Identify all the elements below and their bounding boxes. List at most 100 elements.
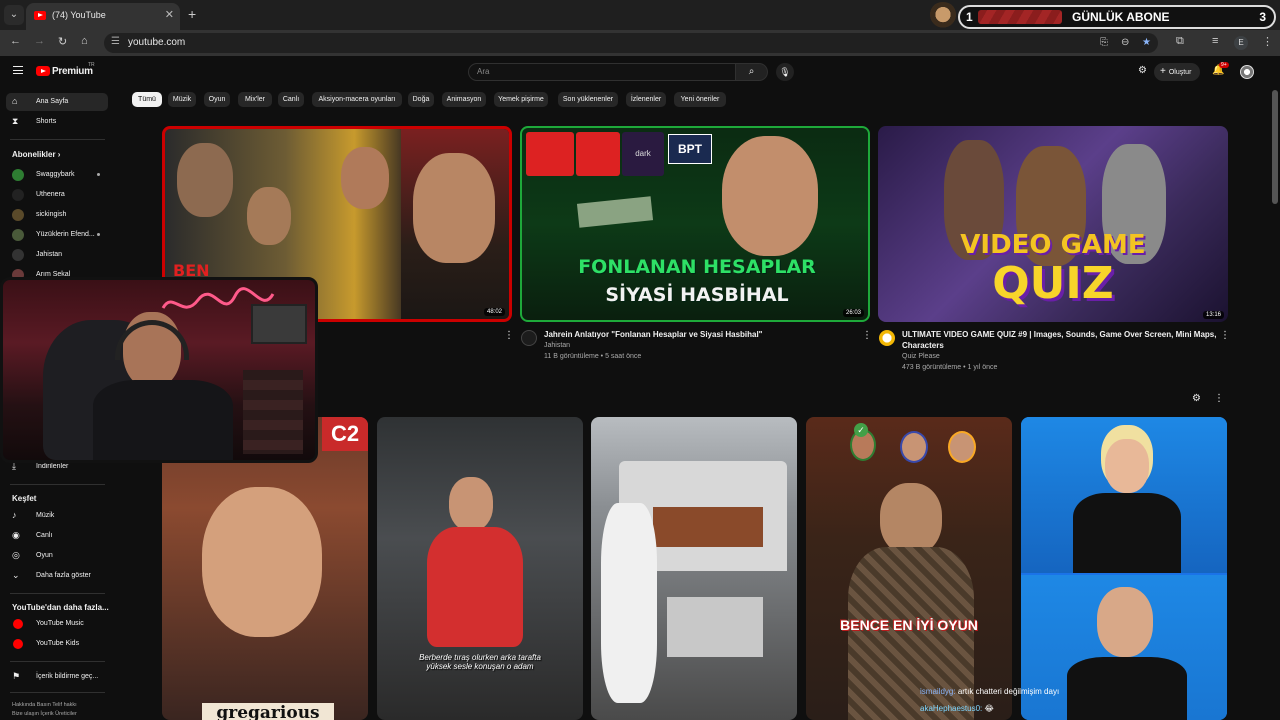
sidebar-channel[interactable]: Jahistan: [6, 246, 108, 264]
zoom-icon[interactable]: ⊖: [1121, 37, 1129, 48]
sidebar-channel[interactable]: Yüzüklerin Efend...: [6, 226, 108, 244]
sidebar-channel[interactable]: Uthenera: [6, 186, 108, 204]
youtube-premium-brand[interactable]: Premium: [52, 66, 93, 77]
sidebar-item-show-more[interactable]: ⌄ Daha fazla göster: [6, 567, 108, 585]
subscriptions-heading[interactable]: Abonelikler ›: [12, 150, 60, 159]
video-menu-icon[interactable]: ⋮: [1220, 330, 1230, 341]
short-face: [1105, 439, 1149, 493]
chip-animation[interactable]: Animasyon: [442, 92, 486, 107]
channel-avatar[interactable]: [879, 330, 895, 346]
short-face: [880, 483, 942, 555]
video-thumbnail[interactable]: VIDEO GAME QUIZ 13:16: [878, 126, 1228, 322]
page-scrollbar[interactable]: [1272, 90, 1278, 204]
short-caption: BENCE EN İYİ OYUN: [840, 617, 978, 633]
chevron-down-icon: ⌄: [12, 570, 20, 580]
footer-links[interactable]: Bize ulaşın İçerik Üreticiler: [12, 711, 77, 717]
footer-links[interactable]: Hakkında Basın Telif hakkı: [12, 702, 77, 708]
channel-avatar[interactable]: [521, 330, 537, 346]
reload-icon[interactable]: ↻: [58, 35, 67, 48]
checkmark-icon: ✓: [854, 423, 868, 437]
search-input[interactable]: Ara: [468, 63, 736, 81]
daily-subscriber-widget: 1 GÜNLÜK ABONE 3: [958, 5, 1276, 29]
chat-message: akaHephaestus0: 😂: [920, 704, 994, 713]
sidebar-item-label: Canlı: [36, 532, 53, 539]
bookmark-star-icon[interactable]: ★: [1142, 37, 1151, 48]
close-tab-icon[interactable]: ✕: [165, 8, 174, 21]
chip-mixes[interactable]: Mix'ler: [238, 92, 272, 107]
youtube-header: Premium TR Ara ⌕ 🎙 ⚙ + Oluştur 🔔 9+: [0, 56, 1280, 88]
thumbnail-face: [341, 147, 389, 209]
channel-avatar: [12, 229, 24, 241]
chip-music[interactable]: Müzik: [168, 92, 196, 107]
sidebar-channel[interactable]: Swaggybark: [6, 166, 108, 184]
site-settings-icon[interactable]: ☰: [111, 36, 120, 47]
tab-dropdown-icon[interactable]: ⌄: [4, 5, 24, 25]
reading-list-icon[interactable]: ≡: [1212, 35, 1218, 47]
chip-all[interactable]: Tümü: [132, 92, 162, 107]
sidebar-item-live[interactable]: ◉ Canlı: [6, 527, 108, 545]
video-duration: 26:03: [842, 309, 864, 317]
chip-games[interactable]: Oyun: [204, 92, 230, 107]
channel-name[interactable]: Jahistan: [544, 342, 570, 349]
chat-text: 😂: [984, 704, 994, 713]
sidebar-item-youtube-kids[interactable]: YouTube Kids: [6, 635, 108, 653]
chip-new-to-you[interactable]: Yeni öneriler: [674, 92, 726, 107]
short-thumbnail[interactable]: Berberde tıraş olurken arka tarafta yüks…: [377, 417, 583, 720]
short-face: [202, 487, 322, 637]
upload-gear-icon[interactable]: ⚙: [1138, 65, 1147, 76]
microphone-icon[interactable]: 🎙: [776, 63, 794, 81]
sidebar-item-home[interactable]: ⌂ Ana Sayfa: [6, 93, 108, 111]
hamburger-menu-icon[interactable]: [13, 66, 23, 74]
shorts-menu-icon[interactable]: ⋮: [1214, 393, 1224, 404]
bell-icon-tile: [576, 132, 620, 176]
back-icon[interactable]: ←: [10, 35, 21, 47]
short-thumbnail[interactable]: ✓ BENCE EN İYİ OYUN: [806, 417, 1012, 720]
forward-icon[interactable]: →: [34, 35, 45, 47]
channel-name: Swaggybark: [36, 171, 75, 178]
region-code: TR: [88, 62, 95, 68]
chip-watched[interactable]: İzlenenler: [626, 92, 666, 107]
chip-live[interactable]: Canlı: [278, 92, 304, 107]
new-tab-icon[interactable]: +: [188, 6, 196, 22]
profile-avatar[interactable]: E: [1234, 36, 1248, 50]
account-avatar[interactable]: [1240, 65, 1254, 79]
chip-recently-uploaded[interactable]: Son yüklenenler: [558, 92, 618, 107]
sidebar-divider: [10, 593, 105, 594]
channel-name[interactable]: Quiz Please: [902, 353, 940, 360]
video-menu-icon[interactable]: ⋮: [504, 330, 514, 341]
browser-tab[interactable]: (74) YouTube ✕: [26, 3, 180, 30]
video-stats: 11 B görüntüleme • 5 saat önce: [544, 353, 642, 360]
sidebar-item-report-history[interactable]: ⚑ İçerik bildirme geç...: [6, 668, 108, 686]
search-icon[interactable]: ⌕: [736, 63, 768, 81]
video-menu-icon[interactable]: ⋮: [862, 330, 872, 341]
extensions-icon[interactable]: ⧉: [1176, 35, 1184, 48]
home-icon[interactable]: ⌂: [81, 35, 88, 47]
sidebar-channel[interactable]: sickingish: [6, 206, 108, 224]
install-app-icon[interactable]: ⎘: [1100, 37, 1108, 48]
short-caption: gregarious: [202, 703, 334, 720]
sidebar-item-shorts[interactable]: ⧗ Shorts: [6, 113, 108, 131]
sidebar-item-gaming[interactable]: ◎ Oyun: [6, 547, 108, 565]
plus-icon: +: [1160, 66, 1166, 77]
chip-nature[interactable]: Doğa: [408, 92, 434, 107]
short-person: [601, 503, 657, 703]
menu-dots-icon[interactable]: ⋮: [1262, 35, 1273, 48]
short-thumbnail[interactable]: [591, 417, 797, 720]
youtube-logo-icon[interactable]: [36, 66, 50, 76]
address-bar[interactable]: ☰ youtube.com ⎘ ⊖ ★: [104, 33, 1158, 53]
thumbnail-face: [247, 187, 291, 245]
sidebar-item-youtube-music[interactable]: YouTube Music: [6, 615, 108, 633]
sidebar-item-music[interactable]: ♪ Müzik: [6, 507, 108, 525]
create-button[interactable]: + Oluştur: [1154, 63, 1200, 81]
video-title[interactable]: Jahrein Anlatıyor "Fonlanan Hesaplar ve …: [544, 329, 864, 340]
chip-cooking[interactable]: Yemek pişirme: [494, 92, 548, 107]
video-title[interactable]: ULTIMATE VIDEO GAME QUIZ #9 | Images, So…: [902, 329, 1220, 351]
streamer-mascot-icon: [928, 2, 958, 30]
shorts-settings-icon[interactable]: ⚙: [1192, 393, 1201, 404]
thumbnail-subheadline: QUIZ: [992, 258, 1114, 309]
chip-action-adventure[interactable]: Aksiyon-macera oyunları: [312, 92, 402, 107]
chat-username: ismaildyg:: [920, 687, 956, 696]
video-thumbnail[interactable]: dark BPT FONLANAN HESAPLAR SİYASİ HASBİH…: [520, 126, 870, 322]
browser-tab-bar: ⌄ (74) YouTube ✕ + 1 GÜNLÜK ABONE 3: [0, 0, 1280, 30]
short-thumbnail[interactable]: [1021, 417, 1227, 720]
